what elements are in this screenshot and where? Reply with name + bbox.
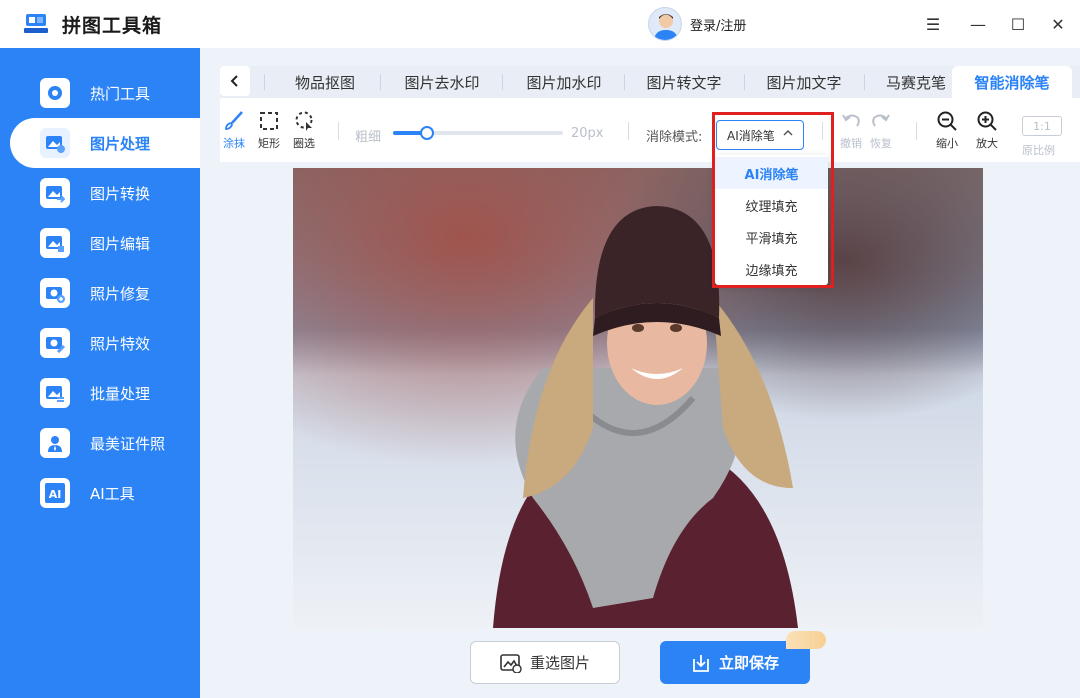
zoom-out-icon xyxy=(937,111,957,131)
sidebar-item-label: 热门工具 xyxy=(90,84,151,103)
redo-label: 恢复 xyxy=(870,137,892,150)
rectangle-tool[interactable]: 矩形 xyxy=(258,110,280,151)
original-ratio-label: 原比例 xyxy=(1022,144,1055,157)
image-preview[interactable] xyxy=(293,168,983,628)
user-avatar[interactable] xyxy=(648,7,682,41)
mode-option-texture-fill[interactable]: 纹理填充 xyxy=(715,189,828,221)
tab-add-text[interactable]: 图片加文字 xyxy=(746,66,862,98)
paint-tool-label: 涂抹 xyxy=(223,137,245,150)
zoom-in-icon xyxy=(977,111,997,131)
brush-size-value: 20px xyxy=(571,126,604,141)
sidebar-item-label: 图片编辑 xyxy=(90,234,151,253)
photo-image xyxy=(293,168,983,628)
sidebar-item-ai-tools[interactable]: AI AI工具 xyxy=(0,468,200,518)
hot-tools-icon xyxy=(40,78,70,108)
undo-label: 撤销 xyxy=(840,137,862,150)
reselect-image-button[interactable]: 重选图片 xyxy=(470,641,620,684)
lasso-tool[interactable]: 圈选 xyxy=(293,110,315,151)
mode-option-smooth-fill[interactable]: 平滑填充 xyxy=(715,221,828,253)
avatar-icon xyxy=(654,14,678,40)
erase-mode-select[interactable]: AI消除笔 xyxy=(716,120,804,150)
brush-size-label: 粗细 xyxy=(355,130,382,145)
chevron-up-icon xyxy=(783,128,793,141)
erase-mode-dropdown: AI消除笔 纹理填充 平滑填充 边缘填充 xyxy=(715,155,828,285)
maximize-button[interactable]: ☐ xyxy=(1006,12,1030,36)
sidebar-item-image-edit[interactable]: 图片编辑 xyxy=(0,218,200,268)
slider-thumb[interactable] xyxy=(420,126,434,140)
back-button[interactable] xyxy=(220,66,250,96)
image-edit-icon xyxy=(40,228,70,258)
tab-smart-eraser[interactable]: 智能消除笔 xyxy=(952,66,1072,98)
erase-mode-label: 消除模式: xyxy=(646,130,703,145)
ai-tools-icon: AI xyxy=(40,478,70,508)
sidebar-item-photo-effects[interactable]: 照片特效 xyxy=(0,318,200,368)
sidebar-item-image-process[interactable]: 图片处理 xyxy=(10,118,200,168)
undo-button[interactable]: 撤销 xyxy=(840,110,862,151)
rectangle-tool-label: 矩形 xyxy=(258,137,280,150)
app-title: 拼图工具箱 xyxy=(62,15,163,37)
sidebar-item-image-convert[interactable]: 图片转换 xyxy=(0,168,200,218)
menu-icon: ☰ xyxy=(925,14,941,34)
sidebar-item-label: 最美证件照 xyxy=(90,434,166,453)
tab-remove-watermark[interactable]: 图片去水印 xyxy=(384,66,500,98)
paint-tool[interactable]: 涂抹 xyxy=(223,110,245,151)
sidebar-item-id-photo[interactable]: 最美证件照 xyxy=(0,418,200,468)
undo-icon xyxy=(842,114,860,127)
redo-icon xyxy=(872,114,890,127)
zoom-out-label: 缩小 xyxy=(936,137,958,150)
title-bar: 拼图工具箱 登录/注册 ☰ — ☐ ✕ xyxy=(0,0,1080,48)
sidebar-item-photo-repair[interactable]: 照片修复 xyxy=(0,268,200,318)
close-icon: ✕ xyxy=(1051,14,1065,34)
tab-object-cutout[interactable]: 物品抠图 xyxy=(270,66,380,98)
mode-option-ai-eraser[interactable]: AI消除笔 xyxy=(715,157,828,189)
rectangle-select-icon xyxy=(260,112,278,130)
svg-text:AI: AI xyxy=(49,488,62,501)
brush-icon xyxy=(225,111,243,130)
tab-bar: 物品抠图 图片去水印 图片加水印 图片转文字 图片加文字 马赛克笔 智能消除笔 xyxy=(220,66,1080,98)
minimize-button[interactable]: — xyxy=(966,12,990,36)
redo-button[interactable]: 恢复 xyxy=(870,110,892,151)
app-logo-icon xyxy=(24,14,48,33)
toolbar: 涂抹 矩形 圈选 粗细 20px 消除模式: AI消除笔 撤销 恢复 缩小 放大… xyxy=(220,98,1080,162)
vip-badge xyxy=(786,631,826,649)
batch-process-icon xyxy=(40,378,70,408)
image-icon xyxy=(500,653,522,673)
sidebar-item-label: 图片转换 xyxy=(90,184,151,203)
sidebar-item-label: 批量处理 xyxy=(90,384,151,403)
tab-mosaic-pen[interactable]: 马赛克笔 xyxy=(866,66,966,98)
tab-image-to-text[interactable]: 图片转文字 xyxy=(626,66,742,98)
original-ratio-badge[interactable]: 1:1 xyxy=(1022,116,1062,136)
menu-button[interactable]: ☰ xyxy=(921,12,945,36)
reselect-image-label: 重选图片 xyxy=(529,654,590,672)
sidebar: 热门工具 图片处理 图片转换 图片编辑 照片修复 照片特效 批量处理 最美证件照… xyxy=(0,48,200,698)
brush-size-slider[interactable] xyxy=(393,126,563,140)
tab-add-watermark[interactable]: 图片加水印 xyxy=(506,66,622,98)
zoom-in-button[interactable]: 放大 xyxy=(976,110,998,151)
sidebar-item-label: AI工具 xyxy=(90,484,135,503)
zoom-in-label: 放大 xyxy=(976,137,998,150)
photo-repair-icon xyxy=(40,278,70,308)
image-process-icon xyxy=(40,128,70,158)
lasso-tool-label: 圈选 xyxy=(293,137,315,150)
lasso-icon xyxy=(295,111,313,131)
sidebar-item-label: 图片处理 xyxy=(90,134,151,153)
sidebar-item-hot-tools[interactable]: 热门工具 xyxy=(0,68,200,118)
photo-effects-icon xyxy=(40,328,70,358)
erase-mode-value: AI消除笔 xyxy=(727,128,775,143)
mode-option-edge-fill[interactable]: 边缘填充 xyxy=(715,253,828,285)
chevron-left-icon xyxy=(230,75,238,87)
image-convert-icon xyxy=(40,178,70,208)
download-icon xyxy=(693,654,709,672)
login-register-link[interactable]: 登录/注册 xyxy=(690,15,746,34)
sidebar-item-batch-process[interactable]: 批量处理 xyxy=(0,368,200,418)
sidebar-item-label: 照片特效 xyxy=(90,334,151,353)
maximize-icon: ☐ xyxy=(1010,14,1026,34)
minimize-icon: — xyxy=(970,14,986,34)
zoom-out-button[interactable]: 缩小 xyxy=(936,110,958,151)
sidebar-item-label: 照片修复 xyxy=(90,284,151,303)
id-photo-icon xyxy=(40,428,70,458)
save-now-label: 立即保存 xyxy=(718,654,779,672)
close-button[interactable]: ✕ xyxy=(1046,12,1070,36)
